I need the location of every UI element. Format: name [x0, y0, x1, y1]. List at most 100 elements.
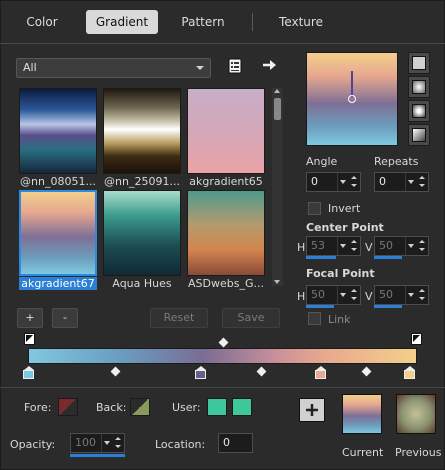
focal-v-input[interactable]: 50 — [374, 285, 429, 305]
tab-gradient[interactable]: Gradient — [86, 10, 158, 34]
focal-h-value: 50 — [311, 288, 325, 301]
scrollbar-thumb[interactable] — [274, 98, 281, 120]
gradient-thumb-label-selected: akgradient67 — [19, 277, 97, 290]
gradient-thumb-3[interactable] — [187, 88, 265, 174]
center-h-input[interactable]: 53 — [306, 236, 361, 256]
gradient-thumb-4[interactable] — [19, 190, 97, 276]
gradient-thumb-1[interactable] — [19, 88, 97, 174]
chevron-down-icon — [196, 66, 204, 70]
focal-h-input[interactable]: 50 — [306, 285, 361, 305]
dropdown-arrow-icon[interactable] — [405, 286, 416, 304]
previous-gradient-swatch[interactable] — [396, 394, 436, 434]
center-v-slider[interactable] — [374, 256, 402, 259]
center-h-value: 53 — [311, 239, 325, 252]
center-point-handle[interactable] — [348, 95, 356, 103]
dropdown-arrow-icon[interactable] — [337, 237, 348, 255]
center-v-value: 50 — [379, 239, 393, 252]
spinner-icon[interactable] — [348, 237, 360, 255]
square-icon — [412, 56, 426, 70]
spinner-icon[interactable] — [348, 173, 360, 191]
repeats-value: 0 — [379, 175, 386, 188]
reset-button[interactable]: Reset — [150, 308, 208, 328]
gradient-swatch — [187, 190, 265, 276]
remove-gradient-button[interactable]: - — [52, 308, 78, 328]
linear-style-button[interactable] — [408, 52, 430, 74]
gradient-thumb-label: ASDwebs_G... — [188, 277, 264, 290]
scroll-up-icon[interactable] — [274, 89, 280, 93]
dropdown-arrow-icon[interactable] — [101, 434, 112, 452]
gradient-preview[interactable] — [306, 52, 398, 146]
tab-texture[interactable]: Texture — [268, 10, 334, 34]
fore-label: Fore: — [24, 401, 52, 414]
library-icon[interactable] — [228, 58, 242, 74]
color-stop-4[interactable] — [404, 366, 415, 379]
scroll-down-icon[interactable] — [274, 280, 280, 284]
fore-color-swatch[interactable] — [58, 398, 78, 416]
focal-v-slider[interactable] — [374, 305, 402, 308]
rectangular-gradient-icon — [412, 80, 426, 94]
spinner-icon[interactable] — [416, 173, 428, 191]
add-to-swatches-button[interactable] — [299, 398, 325, 422]
opacity-stop-left[interactable] — [24, 333, 35, 345]
dropdown-arrow-icon[interactable] — [405, 173, 416, 191]
gradient-swatch — [103, 88, 181, 174]
angle-value: 0 — [311, 175, 318, 188]
back-color-swatch[interactable] — [130, 398, 150, 416]
gradient-editor-bar[interactable] — [28, 348, 417, 364]
user-color-swatch-1[interactable] — [207, 398, 227, 416]
spinner-icon[interactable] — [112, 434, 124, 452]
gradient-swatch — [19, 190, 97, 276]
opacity-slider[interactable] — [70, 454, 125, 457]
gradient-swatch — [187, 88, 265, 174]
gradient-thumb-2[interactable] — [103, 88, 181, 174]
gradient-thumb-label: Aqua Hues — [112, 277, 172, 290]
plus-icon — [306, 404, 318, 416]
tab-color[interactable]: Color — [12, 10, 72, 34]
current-gradient-swatch[interactable] — [342, 394, 382, 434]
color-stop-1[interactable] — [23, 366, 34, 379]
gradient-thumb-6[interactable] — [187, 190, 265, 276]
opacity-stop-right[interactable] — [411, 333, 422, 345]
repeats-input[interactable]: 0 — [374, 172, 429, 192]
spinner-icon[interactable] — [348, 286, 360, 304]
current-label: Current — [342, 446, 384, 459]
spinner-icon[interactable] — [416, 286, 428, 304]
divider — [0, 387, 445, 388]
location-input[interactable]: 0 — [218, 433, 253, 453]
category-dropdown[interactable]: All — [16, 58, 211, 78]
color-stop-3[interactable] — [315, 366, 326, 379]
center-h-slider[interactable] — [306, 256, 336, 259]
focal-h-slider[interactable] — [306, 305, 334, 308]
angle-input[interactable]: 0 — [306, 172, 361, 192]
opacity-input[interactable]: 100 — [70, 433, 125, 453]
rectangular-style-button[interactable] — [408, 76, 430, 98]
dropdown-arrow-icon[interactable] — [337, 286, 348, 304]
arrow-right-icon[interactable] — [262, 58, 278, 72]
gradient-direction-line — [351, 71, 353, 97]
gradient-thumb-label: @nn_25091... — [104, 175, 180, 188]
invert-checkbox[interactable] — [308, 202, 321, 215]
center-v-input[interactable]: 50 — [374, 236, 429, 256]
gradient-list-scrollbar[interactable] — [272, 88, 283, 286]
gradient-thumb-label: akgradient65 — [189, 175, 263, 188]
angle-label: Angle — [306, 155, 338, 168]
gradient-thumb-5[interactable] — [103, 190, 181, 276]
user-color-swatch-2[interactable] — [232, 398, 252, 416]
previous-label: Previous — [395, 446, 442, 459]
color-stop-2[interactable] — [195, 366, 206, 379]
tab-pattern[interactable]: Pattern — [170, 10, 236, 34]
gradient-swatch — [103, 190, 181, 276]
repeats-label: Repeats — [374, 155, 419, 168]
save-button[interactable]: Save — [222, 308, 280, 328]
link-checkbox[interactable] — [308, 312, 321, 325]
sunburst-style-button[interactable] — [408, 124, 430, 146]
radial-style-button[interactable] — [408, 100, 430, 122]
dropdown-arrow-icon[interactable] — [405, 237, 416, 255]
dropdown-arrow-icon[interactable] — [337, 173, 348, 191]
tab-bar: Color Gradient Pattern Texture — [0, 0, 445, 44]
spinner-icon[interactable] — [416, 237, 428, 255]
focal-h-label: H — [297, 290, 306, 303]
location-label: Location: — [155, 438, 206, 451]
link-label: Link — [328, 313, 351, 326]
add-gradient-button[interactable]: + — [17, 308, 43, 328]
